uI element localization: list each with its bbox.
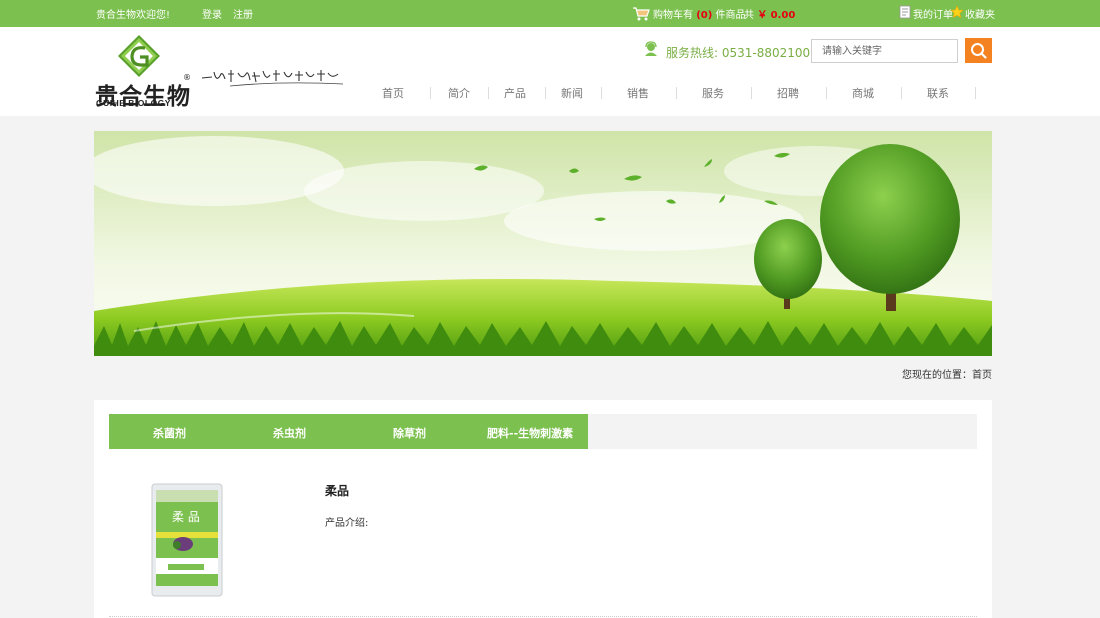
nav-item-mall[interactable]: 商城 bbox=[838, 85, 888, 101]
tab-insecticide[interactable]: 杀虫剂 bbox=[273, 425, 306, 441]
logo-emblem-icon bbox=[118, 35, 160, 77]
product-name[interactable]: 柔品 bbox=[325, 482, 349, 499]
divider bbox=[109, 616, 977, 617]
logo-registered-mark: ® bbox=[183, 73, 191, 82]
nav-separator bbox=[901, 87, 902, 99]
breadcrumb: 您现在的位置：首页 bbox=[902, 370, 992, 381]
product-package-image bbox=[151, 483, 223, 597]
main-content: 杀菌剂 杀虫剂 除草剂 肥料--生物刺激素 柔 品 柔品 产品介绍: bbox=[94, 400, 992, 618]
product-image[interactable]: 柔 品 bbox=[150, 482, 224, 598]
nav-separator bbox=[601, 87, 602, 99]
tab-fungicide[interactable]: 杀菌剂 bbox=[153, 425, 186, 441]
cart-icon[interactable] bbox=[632, 5, 650, 21]
welcome-text: 贵合生物欢迎您! bbox=[96, 10, 171, 21]
hero-banner bbox=[94, 131, 992, 356]
register-link[interactable]: 注册 bbox=[233, 6, 253, 21]
nav-separator bbox=[676, 87, 677, 99]
nav-separator bbox=[751, 87, 752, 99]
product-intro-label: 产品介绍: bbox=[325, 518, 369, 529]
nav-item-about[interactable]: 简介 bbox=[434, 85, 484, 101]
login-link[interactable]: 登录 bbox=[202, 6, 222, 21]
cart-total: 共 ￥ 0.00 bbox=[744, 6, 795, 21]
search-button[interactable] bbox=[965, 38, 992, 63]
search-icon bbox=[971, 43, 987, 59]
logo[interactable]: 贵合生物 ® GUIHE BIOLOGY bbox=[95, 30, 195, 110]
order-icon bbox=[899, 5, 911, 19]
star-icon bbox=[950, 5, 964, 19]
nav-item-home[interactable]: 首页 bbox=[368, 85, 418, 101]
cart-link[interactable]: 购物车有 (0) 件商品 bbox=[653, 6, 745, 21]
cart-count: (0) bbox=[696, 10, 713, 21]
category-tabs: 杀菌剂 杀虫剂 除草剂 肥料--生物刺激素 bbox=[109, 414, 977, 449]
service-hotline: 服务热线: 0531-88021009 bbox=[666, 46, 818, 60]
nav-separator bbox=[975, 87, 976, 99]
nav-separator bbox=[545, 87, 546, 99]
nav-item-service[interactable]: 服务 bbox=[688, 85, 738, 101]
package-label: 柔 品 bbox=[172, 510, 200, 524]
nav-item-contact[interactable]: 联系 bbox=[913, 85, 963, 101]
favorites-link[interactable]: 收藏夹 bbox=[965, 6, 995, 21]
total-label: 共 bbox=[744, 10, 754, 21]
nav-item-jobs[interactable]: 招聘 bbox=[763, 85, 813, 101]
my-orders-link[interactable]: 我的订单 bbox=[913, 6, 953, 21]
banner-landscape-image bbox=[94, 131, 992, 356]
nav-separator bbox=[488, 87, 489, 99]
nav-item-news[interactable]: 新闻 bbox=[547, 85, 597, 101]
nav-separator bbox=[430, 87, 431, 99]
top-bar: 贵合生物欢迎您! 登录 注册 购物车有 (0) 件商品 共 ￥ 0.00 我的订… bbox=[0, 0, 1100, 27]
site-header: 贵合生物 ® GUIHE BIOLOGY 服务热线: 0531-88021009… bbox=[0, 27, 1100, 116]
nav-separator bbox=[826, 87, 827, 99]
logo-english-text: GUIHE BIOLOGY bbox=[96, 98, 171, 108]
total-value: ￥ 0.00 bbox=[757, 10, 796, 21]
tab-fertilizer-biostimulant[interactable]: 肥料--生物刺激素 bbox=[487, 425, 573, 441]
customer-service-icon bbox=[645, 41, 657, 56]
tab-herbicide[interactable]: 除草剂 bbox=[393, 425, 426, 441]
slogan-handwriting-image bbox=[201, 70, 344, 87]
search-input[interactable] bbox=[811, 39, 958, 63]
cart-suffix: 件商品 bbox=[715, 10, 746, 21]
nav-item-sales[interactable]: 销售 bbox=[613, 85, 663, 101]
cart-prefix: 购物车有 bbox=[653, 10, 693, 21]
nav-item-products[interactable]: 产品 bbox=[490, 85, 540, 101]
